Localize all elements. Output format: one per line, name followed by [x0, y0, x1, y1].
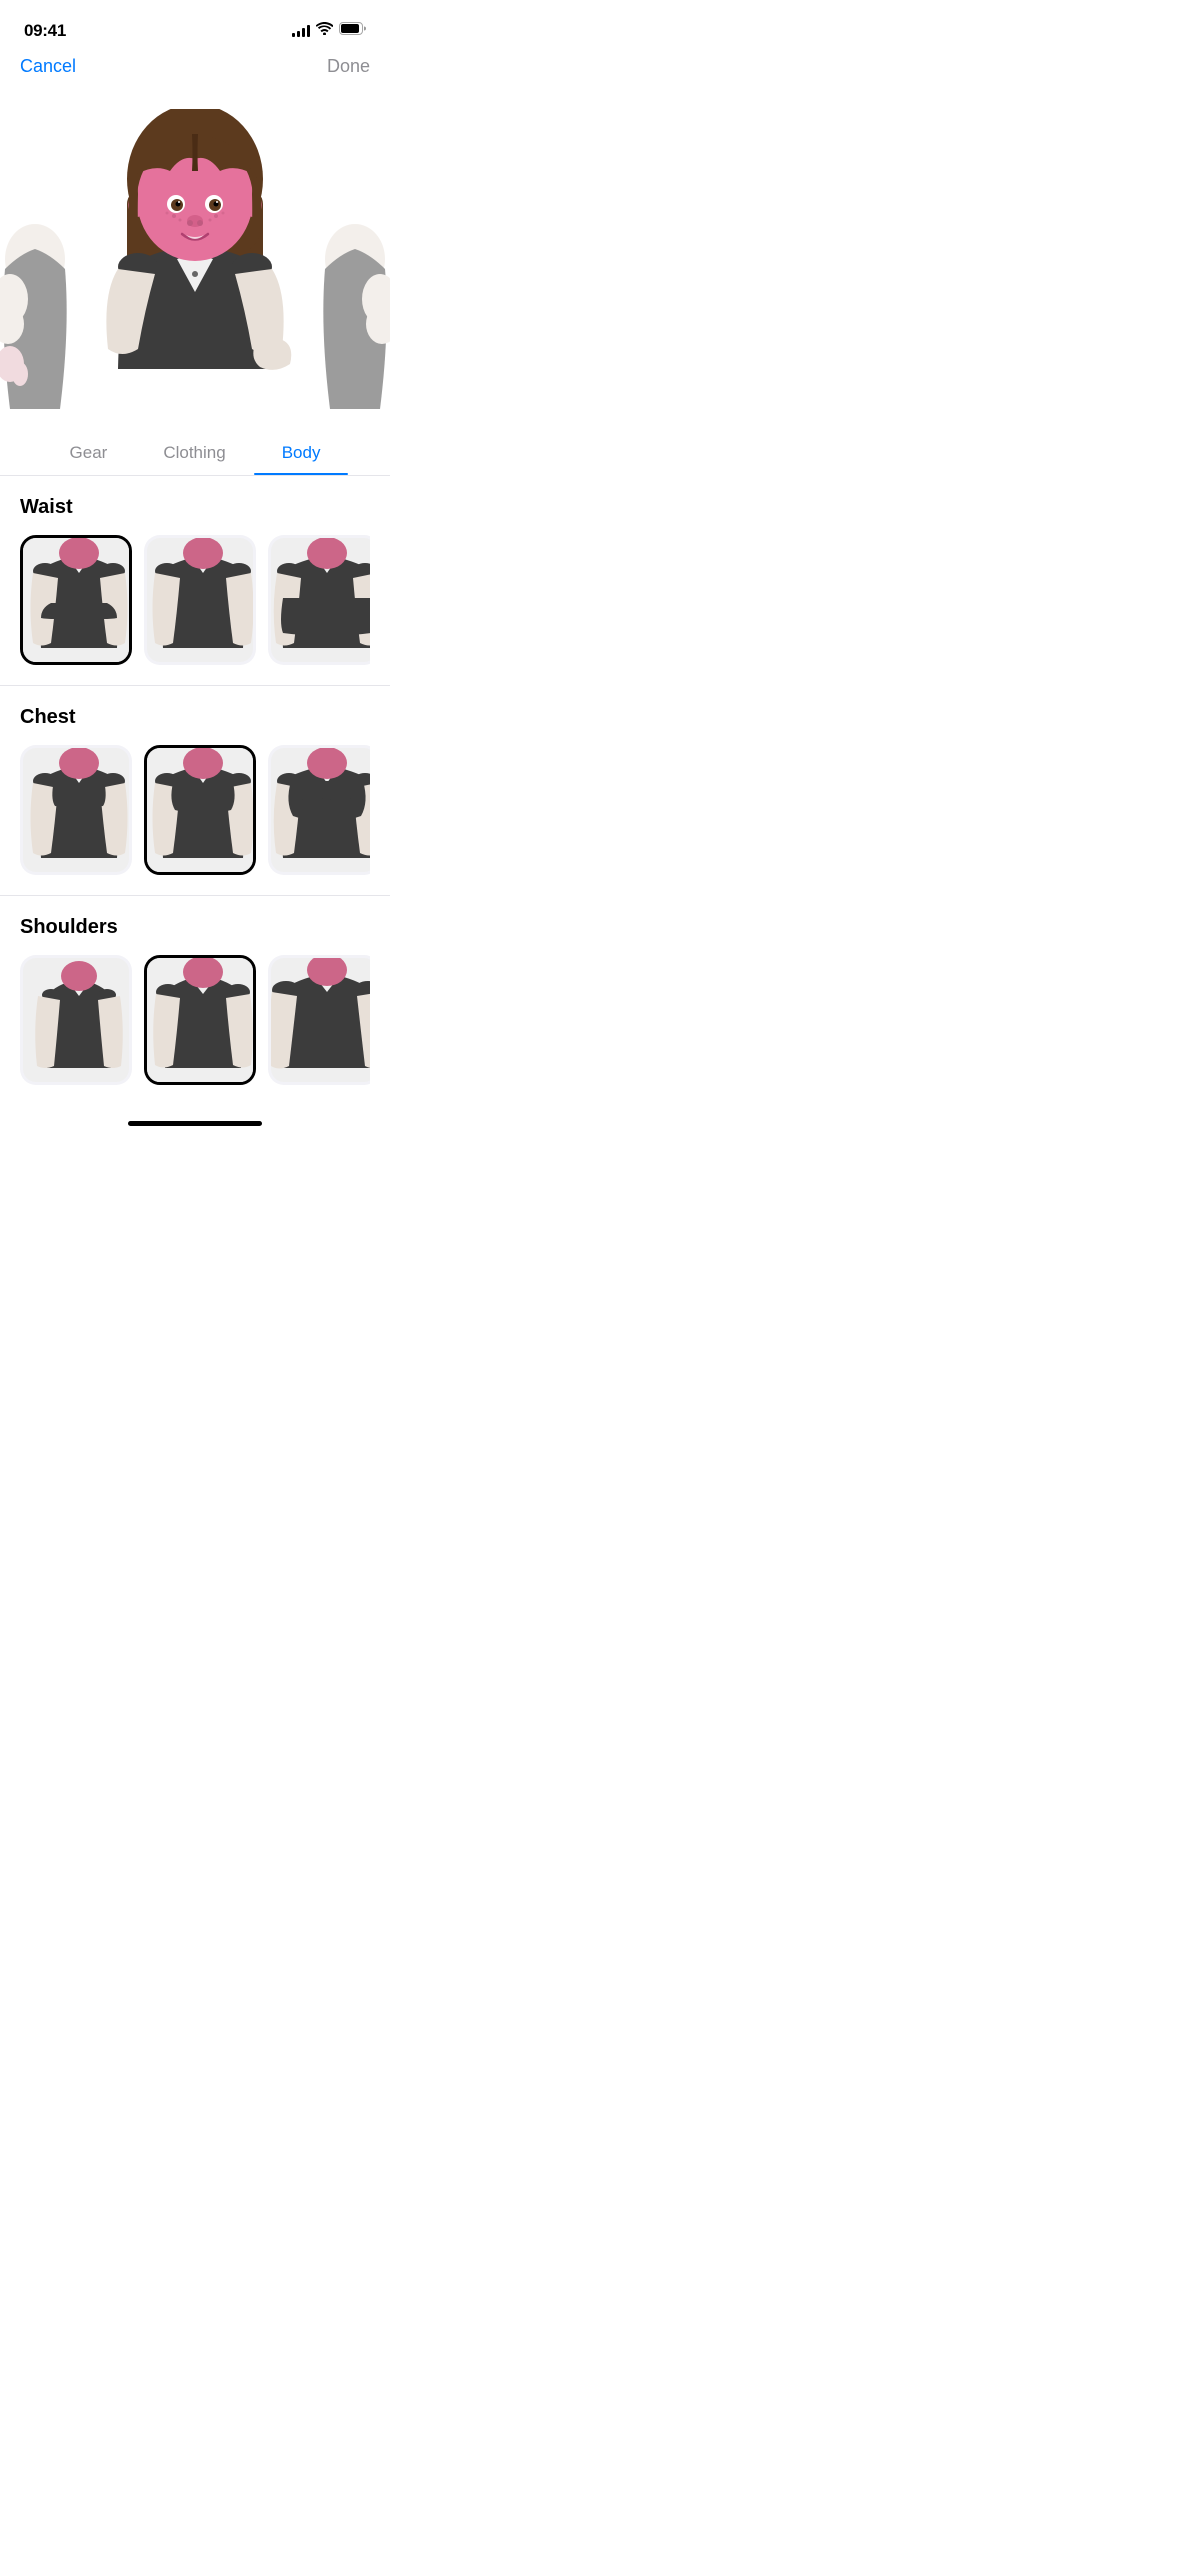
- waist-option-2[interactable]: [144, 535, 256, 665]
- shoulders-option-2[interactable]: [144, 955, 256, 1085]
- cancel-button[interactable]: Cancel: [20, 56, 76, 77]
- waist-option-1[interactable]: [20, 535, 132, 665]
- battery-icon: [339, 22, 366, 40]
- chest-option-3[interactable]: [268, 745, 370, 875]
- avatar-side-right: [310, 169, 390, 429]
- waist-title: Waist: [20, 496, 370, 519]
- status-bar: 09:41: [0, 0, 390, 48]
- waist-options: [20, 535, 370, 685]
- avatar-preview: [0, 89, 390, 429]
- signal-icon: [292, 25, 310, 37]
- avatar-side-left: [0, 169, 80, 429]
- waist-option-3[interactable]: [268, 535, 370, 665]
- shoulders-option-3[interactable]: [268, 955, 370, 1085]
- status-icons: [292, 22, 366, 40]
- shoulders-option-1[interactable]: [20, 955, 132, 1085]
- tab-gear[interactable]: Gear: [42, 437, 136, 475]
- chest-options: [20, 745, 370, 895]
- home-indicator: [0, 1113, 390, 1130]
- category-tabs: Gear Clothing Body: [0, 429, 390, 476]
- chest-option-2[interactable]: [144, 745, 256, 875]
- wifi-icon: [316, 22, 333, 40]
- status-time: 09:41: [24, 21, 66, 41]
- waist-section: Waist: [0, 476, 390, 686]
- avatar-main: [80, 109, 310, 429]
- shoulders-section: Shoulders: [0, 896, 390, 1105]
- done-button[interactable]: Done: [327, 56, 370, 77]
- chest-option-1[interactable]: [20, 745, 132, 875]
- body-content: Waist: [0, 476, 390, 1105]
- chest-title: Chest: [20, 706, 370, 729]
- home-bar: [128, 1121, 262, 1126]
- tab-body[interactable]: Body: [254, 437, 349, 475]
- shoulders-title: Shoulders: [20, 916, 370, 939]
- chest-section: Chest: [0, 686, 390, 896]
- shoulders-options: [20, 955, 370, 1105]
- tab-clothing[interactable]: Clothing: [135, 437, 253, 475]
- nav-bar: Cancel Done: [0, 48, 390, 89]
